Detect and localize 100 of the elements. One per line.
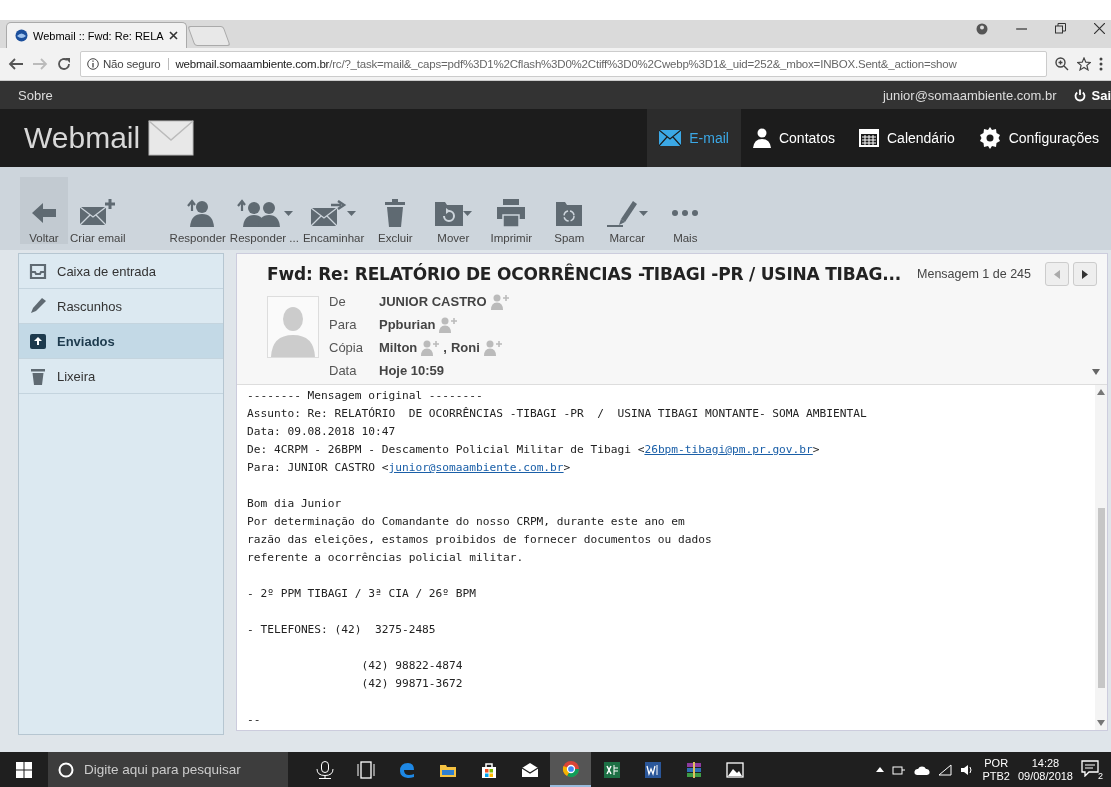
calendar-icon: [859, 129, 879, 147]
toolbar-button[interactable]: Mover: [424, 197, 483, 244]
folder-icon: [434, 200, 463, 226]
body-text-line: Bom dia Junior: [247, 496, 343, 512]
body-text-line: referente a ocorrências policial militar.: [247, 550, 525, 566]
field-value: JUNIOR CASTRO: [379, 294, 487, 309]
trash-icon: [29, 367, 47, 385]
spreadsheet-icon: [602, 760, 621, 779]
message-subject: Fwd: Re: RELATÓRIO DE OCORRÊNCIAS -TIBAGI -PR / USINA TIBAG...: [267, 264, 901, 284]
scroll-up-icon: [1097, 389, 1105, 395]
field-label: De: [329, 294, 347, 309]
menu-icon[interactable]: [1099, 57, 1103, 71]
reload-icon[interactable]: [56, 56, 72, 72]
body-text-line: --: [247, 712, 262, 728]
zoom-icon[interactable]: [1055, 57, 1069, 71]
scroll-thumb[interactable]: [1097, 507, 1105, 688]
notification-count: 2: [1098, 770, 1103, 781]
toolbar-button[interactable]: Criar email: [68, 197, 128, 244]
next-button[interactable]: [1073, 262, 1097, 286]
field-value: Milton: [379, 340, 418, 355]
envelope-icon: [148, 120, 195, 156]
close-icon[interactable]: [1094, 23, 1105, 34]
logout-button[interactable]: Sai: [1074, 87, 1111, 103]
recycle-folder-icon: [556, 200, 583, 226]
close-icon[interactable]: [168, 31, 178, 40]
scrollbar[interactable]: [1095, 385, 1107, 730]
image-icon: [725, 760, 744, 779]
user-email: junior@somaambiente.com.br: [882, 87, 1057, 103]
nav-tab[interactable]: Calendário: [847, 109, 967, 167]
pencil-icon: [29, 297, 47, 315]
windows-icon[interactable]: [16, 761, 32, 778]
body-text-line: - TELEFONES: (42) 3275-2485: [247, 622, 437, 638]
microphone-icon: [315, 760, 334, 779]
caret-icon: [283, 210, 293, 216]
folder-item[interactable]: Caixa de entrada: [19, 254, 223, 289]
clock-date[interactable]: 09/08/2018: [1017, 769, 1073, 783]
language-label[interactable]: POR: [984, 756, 1009, 770]
triangle-right-icon: [1082, 269, 1088, 279]
message-counter: Mensagem 1 de 245: [917, 267, 1031, 281]
info-icon: [87, 58, 99, 70]
body-text-line: - 2º PPM TIBAGI / 3ª CIA / 26º BPM: [247, 586, 477, 602]
triangle-left-icon: [1054, 269, 1060, 279]
field-value: Roni: [450, 340, 480, 355]
address-field[interactable]: Não seguro webmail.somaambiente.com.br/rc/?_task=mail&_caps=pdf%3D1%2Cflash%3D0%2Ctiff%3D0%2Cwebp%3D1&_uid=252&_mbox=INBOX.Sent&_action=show: [80, 51, 1047, 77]
folder-item[interactable]: Lixeira: [19, 359, 223, 394]
body-text-line: Assunto: Re: RELATÓRIO DE OCORRÊNCIAS -TIBAGI -PR / USINA TIBAGI MONTANTE- SOMA AMBIENTAL: [247, 406, 868, 422]
nav-tab[interactable]: E-mail: [647, 109, 741, 167]
keyboard-layout[interactable]: PTB2: [982, 769, 1010, 783]
avatar-icon: [267, 296, 319, 358]
printer-icon: [497, 199, 526, 227]
profile-icon[interactable]: [976, 23, 988, 35]
body-text-line: Data: 09.08.2018 10:47: [247, 424, 397, 440]
pen-icon: [606, 199, 639, 227]
nav-tab[interactable]: Contatos: [740, 109, 847, 167]
nav-tab[interactable]: Configurações: [966, 109, 1111, 167]
edge-icon: [397, 760, 416, 779]
network-icon[interactable]: [892, 763, 907, 776]
body-text-line: De: 4CRPM - 26BPM - Descamento Policial Militar de Tibagi <26bpm-tibagi@pm.pr.gov.br>: [247, 442, 821, 458]
browser-icon: [561, 759, 580, 778]
browser-tab[interactable]: Webmail :: Fwd: Re: RELA: [6, 22, 187, 48]
toolbar-button[interactable]: Excluir: [366, 197, 425, 244]
email-link[interactable]: junior@somaambiente.com.br: [388, 461, 564, 474]
field-label: Data: [329, 363, 358, 378]
store-icon: [479, 760, 498, 779]
logo-text: Webmail: [24, 121, 141, 155]
clock-time[interactable]: 14:28: [1031, 756, 1060, 770]
folder-item[interactable]: Enviados: [19, 324, 223, 359]
toolbar-button[interactable]: Encaminhar: [300, 197, 367, 244]
toolbar-button[interactable]: Imprimir: [482, 197, 541, 244]
sent-folder-icon: [29, 332, 47, 350]
body-text-line: (42) 98822-4874: [360, 658, 464, 674]
chevron-up-icon[interactable]: [876, 767, 885, 772]
star-icon[interactable]: [1077, 57, 1091, 71]
body-text-line: (42) 99871-3672: [360, 676, 464, 692]
toolbar-button[interactable]: Spam: [540, 197, 599, 244]
trash-icon: [385, 199, 406, 227]
toolbar-button[interactable]: Voltar: [20, 177, 68, 244]
search-field[interactable]: Digite aqui para pesquisar: [48, 752, 288, 787]
field-value: Ppburian: [379, 317, 436, 332]
cloud-icon[interactable]: [914, 764, 931, 775]
expand-icon[interactable]: [1091, 368, 1101, 376]
toolbar-button[interactable]: Responder ...: [227, 197, 301, 244]
notification-icon[interactable]: [1081, 758, 1099, 777]
security-label: Não seguro: [103, 58, 161, 70]
envelope-icon: [659, 130, 682, 146]
body-text-line: razão das eleições, estamos proibidos de fornecer documentos ou dados: [247, 532, 713, 548]
back-arrow-icon: [32, 203, 56, 223]
email-link[interactable]: 26bpm-tibagi@pm.pr.gov.br: [644, 443, 813, 456]
volume-icon[interactable]: [960, 763, 975, 776]
toolbar-button[interactable]: Mais: [656, 197, 715, 244]
toolbar-button[interactable]: Marcar: [598, 197, 657, 244]
about-link[interactable]: Sobre: [18, 87, 53, 103]
task-view-icon: [356, 760, 375, 779]
archive-icon: [684, 760, 703, 779]
body-text-line: Para: JUNIOR CASTRO <junior@somaambiente.com.br>: [247, 460, 572, 476]
wifi-icon[interactable]: [938, 763, 953, 776]
restore-icon[interactable]: [1055, 23, 1066, 34]
toolbar-button[interactable]: Responder: [167, 197, 228, 244]
cortana-icon: [58, 761, 74, 778]
back-icon[interactable]: [8, 56, 24, 72]
